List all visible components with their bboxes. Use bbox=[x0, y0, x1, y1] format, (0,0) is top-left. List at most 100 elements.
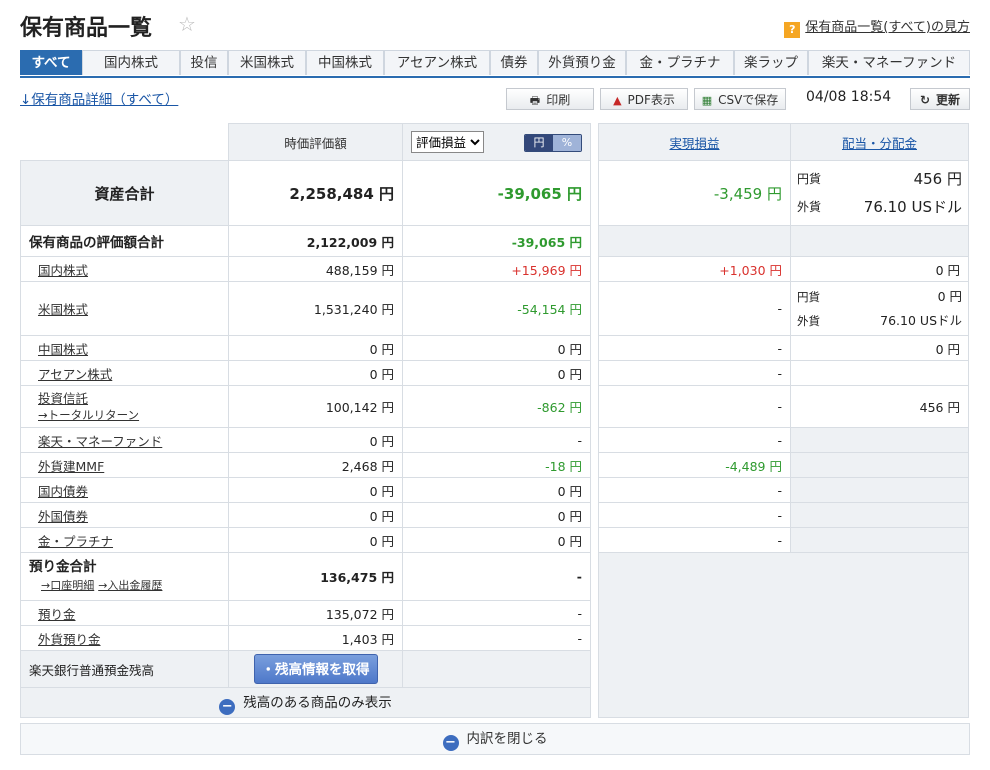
table-row: 外貨建MMF 2,468 円 -18 円 bbox=[20, 452, 591, 478]
holdings-total-value: 2,122,009 円 bbox=[228, 225, 403, 257]
toggle-yen[interactable]: 円 bbox=[525, 135, 553, 151]
deposits-total-gain: - bbox=[402, 552, 591, 601]
empty-cell bbox=[790, 477, 969, 503]
realized-header-link[interactable]: 実現損益 bbox=[669, 136, 719, 151]
refresh-button[interactable]: ↻ 更新 bbox=[910, 88, 970, 110]
table-row: 国内株式 488,159 円 +15,969 円 bbox=[20, 256, 591, 282]
row-gain: 0 円 bbox=[402, 335, 591, 361]
row-value: 135,072 円 bbox=[228, 600, 403, 626]
total-gain: -39,065 円 bbox=[402, 160, 591, 226]
empty-cell bbox=[790, 527, 969, 553]
bank-empty bbox=[402, 650, 591, 688]
row-value: 1,531,240 円 bbox=[228, 281, 403, 336]
row-link-fx-mmf[interactable]: 外貨建MMF bbox=[38, 459, 104, 474]
filter-cell[interactable]: − 残高のある商品のみ表示 bbox=[20, 687, 591, 718]
row-link-gold[interactable]: 金・プラチナ bbox=[38, 534, 113, 549]
tab-money-fund[interactable]: 楽天・マネーファンド bbox=[808, 50, 970, 75]
row-gain: 0 円 bbox=[402, 360, 591, 386]
row-link-deposit[interactable]: 預り金 bbox=[38, 607, 76, 622]
tab-fund[interactable]: 投信 bbox=[180, 50, 228, 75]
corner-cell bbox=[20, 123, 229, 161]
account-detail-link[interactable]: →口座明細 bbox=[41, 579, 94, 592]
div-fx-value: 76.10 USドル bbox=[863, 198, 962, 216]
tab-domestic-stock[interactable]: 国内株式 bbox=[82, 50, 180, 75]
market-value-header: 時価評価額 bbox=[228, 123, 403, 161]
transfer-history-link[interactable]: →入出金履歴 bbox=[98, 579, 162, 592]
total-return-link[interactable]: →トータルリターン bbox=[38, 408, 139, 422]
dividend-header-link[interactable]: 配当・分配金 bbox=[842, 136, 917, 151]
close-breakdown-button[interactable]: − 内訳を閉じる bbox=[20, 723, 970, 755]
row-gain: -54,154 円 bbox=[402, 281, 591, 336]
tab-bond[interactable]: 債券 bbox=[490, 50, 538, 75]
total-realized: -3,459 円 bbox=[598, 160, 791, 226]
tab-china-stock[interactable]: 中国株式 bbox=[306, 50, 384, 75]
total-value: 2,258,484 円 bbox=[228, 160, 403, 226]
tab-all[interactable]: すべて bbox=[20, 50, 82, 75]
row-link-money-fund[interactable]: 楽天・マネーファンド bbox=[38, 434, 162, 449]
row-gain: - bbox=[402, 625, 591, 651]
tab-gold-platinum[interactable]: 金・プラチナ bbox=[626, 50, 734, 75]
row-realized: - bbox=[598, 427, 791, 453]
row-dividend: 456 円 bbox=[790, 385, 969, 428]
row-link-fx-deposit[interactable]: 外貨預り金 bbox=[38, 632, 101, 647]
row-link-fund[interactable]: 投資信託 bbox=[38, 391, 88, 406]
row-value: 1,403 円 bbox=[228, 625, 403, 651]
div-yen-value: 0 円 bbox=[937, 288, 962, 304]
row-link-china[interactable]: 中国株式 bbox=[38, 342, 88, 357]
row-link-foreign-bond[interactable]: 外国債券 bbox=[38, 509, 88, 524]
row-gain: -18 円 bbox=[402, 452, 591, 478]
printer-icon: 🖶 bbox=[529, 94, 541, 107]
category-tabs: すべて 国内株式 投信 米国株式 中国株式 アセアン株式 債券 外貨預り金 金・… bbox=[20, 50, 970, 78]
empty-cell bbox=[790, 452, 969, 478]
csv-label: CSVで保存 bbox=[718, 93, 779, 107]
help-link[interactable]: ? 保有商品一覧(すべて)の見方 bbox=[784, 16, 970, 38]
get-balance-button[interactable]: ・残高情報を取得 bbox=[253, 654, 378, 684]
csv-button[interactable]: ▦ CSVで保存 bbox=[694, 88, 786, 110]
row-value: 0 円 bbox=[228, 360, 403, 386]
row-gain: -862 円 bbox=[402, 385, 591, 428]
unit-toggle[interactable]: 円% bbox=[524, 134, 582, 152]
empty-cell bbox=[598, 225, 791, 257]
table-row: 預り金 135,072 円 - bbox=[20, 600, 591, 626]
div-fx-value: 76.10 USドル bbox=[880, 312, 962, 328]
table-row: 外国債券 0 円 0 円 bbox=[20, 502, 591, 528]
empty-cell bbox=[790, 502, 969, 528]
div-fx-label: 外貨 bbox=[797, 200, 822, 214]
row-realized: - bbox=[598, 385, 791, 428]
pdf-button[interactable]: ▲ PDF表示 bbox=[600, 88, 688, 110]
tab-fx-deposit[interactable]: 外貨預り金 bbox=[538, 50, 626, 75]
tab-us-stock[interactable]: 米国株式 bbox=[228, 50, 306, 75]
table-row: 国内債券 0 円 0 円 bbox=[20, 477, 591, 503]
star-icon[interactable]: ☆ bbox=[178, 12, 196, 36]
table-row: 楽天・マネーファンド 0 円 - bbox=[20, 427, 591, 453]
tab-asean-stock[interactable]: アセアン株式 bbox=[384, 50, 490, 75]
toggle-percent[interactable]: % bbox=[553, 135, 581, 151]
deposits-total-value: 136,475 円 bbox=[228, 552, 403, 601]
holdings-detail-link[interactable]: ↓保有商品詳細（すべて） bbox=[20, 88, 178, 108]
row-link-domestic[interactable]: 国内株式 bbox=[38, 263, 88, 278]
row-gain: - bbox=[402, 600, 591, 626]
gain-type-select[interactable]: 評価損益 bbox=[411, 131, 484, 153]
minus-circle-icon: − bbox=[442, 735, 459, 751]
close-breakdown-label: 内訳を閉じる bbox=[466, 731, 548, 747]
row-link-asean[interactable]: アセアン株式 bbox=[38, 367, 112, 382]
holdings-total-gain: -39,065 円 bbox=[402, 225, 591, 257]
deposits-total-row: 預り金合計 →口座明細 →入出金履歴 136,475 円 - bbox=[20, 552, 591, 601]
div-fx-label: 外貨 bbox=[797, 313, 820, 328]
total-label: 資産合計 bbox=[20, 160, 229, 226]
refresh-icon: ↻ bbox=[919, 93, 931, 107]
empty-cell bbox=[790, 225, 969, 257]
gain-header: 評価損益 円% bbox=[402, 123, 591, 161]
holdings-total-label: 保有商品の評価額合計 bbox=[20, 225, 229, 257]
row-value: 488,159 円 bbox=[228, 256, 403, 282]
empty-cell bbox=[790, 427, 969, 453]
timestamp: 04/08 18:54 bbox=[806, 89, 892, 105]
row-gain: 0 円 bbox=[402, 477, 591, 503]
print-button[interactable]: 🖶 印刷 bbox=[506, 88, 594, 110]
row-link-domestic-bond[interactable]: 国内債券 bbox=[38, 484, 88, 499]
row-realized: +1,030 円 bbox=[598, 256, 791, 282]
pdf-icon: ▲ bbox=[613, 94, 622, 107]
tab-rakuwrap[interactable]: 楽ラップ bbox=[734, 50, 808, 75]
table-row: 投資信託 →トータルリターン 100,142 円 -862 円 bbox=[20, 385, 591, 428]
row-link-us[interactable]: 米国株式 bbox=[38, 302, 88, 317]
